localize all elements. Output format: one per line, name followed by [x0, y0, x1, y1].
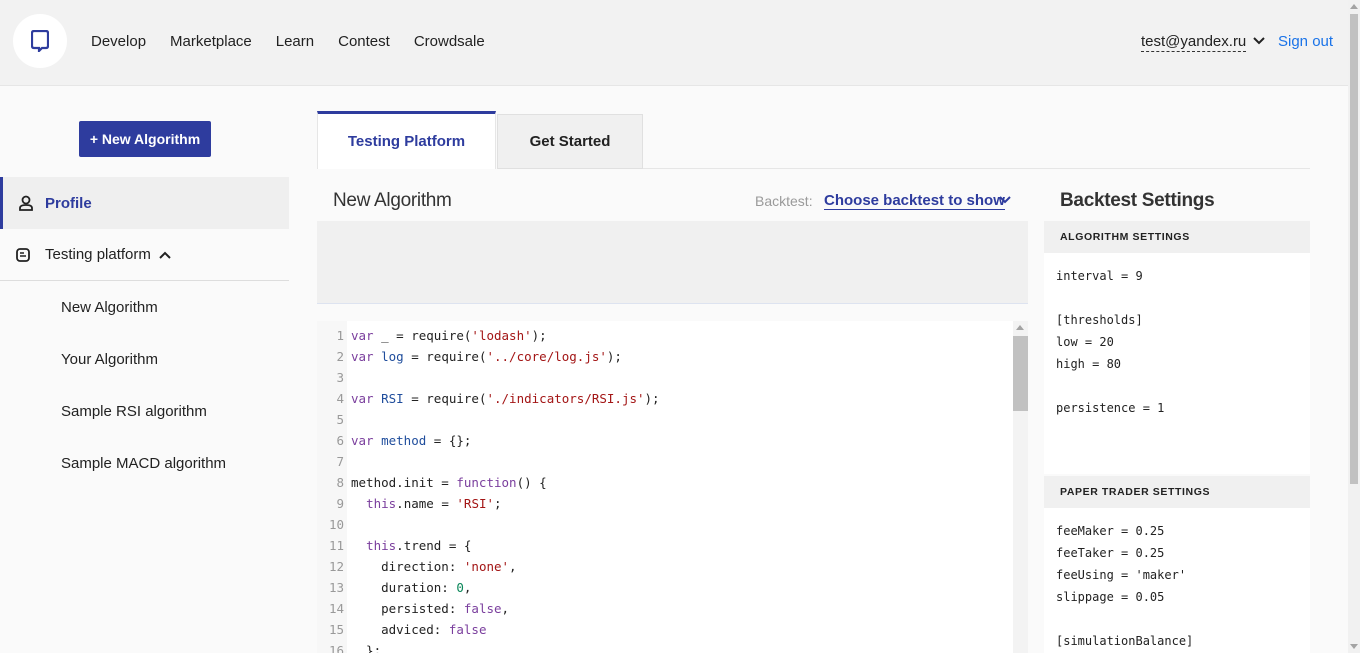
tab-testing-platform[interactable]: Testing Platform [317, 111, 496, 169]
terminal-icon [16, 247, 30, 262]
editor-scrollbar[interactable] [1013, 321, 1028, 653]
setting-line: feeMaker = 0.25 [1056, 524, 1165, 538]
scroll-down-icon[interactable] [1350, 644, 1358, 649]
scroll-thumb[interactable] [1013, 336, 1028, 411]
tabs-divider [643, 168, 1310, 169]
main-nav: Develop Marketplace Learn Contest Crowds… [91, 33, 485, 50]
user-menu[interactable]: test@yandex.ru [1141, 33, 1247, 52]
nav-learn[interactable]: Learn [276, 33, 314, 50]
chevron-up-icon[interactable] [159, 250, 171, 260]
chevron-down-icon[interactable] [999, 195, 1011, 205]
nav-contest[interactable]: Contest [338, 33, 390, 50]
sidebar-subitem-sample-macd[interactable]: Sample MACD algorithm [61, 455, 226, 472]
algorithm-settings-heading: ALGORITHM SETTINGS [1044, 221, 1310, 253]
chevron-down-icon[interactable] [1253, 36, 1265, 46]
paper-trader-settings-panel: PAPER TRADER SETTINGS feeMaker = 0.25 fe… [1044, 476, 1310, 653]
logo[interactable] [13, 14, 67, 68]
sign-out-link[interactable]: Sign out [1278, 33, 1333, 50]
sidebar-subitem-your-algorithm[interactable]: Your Algorithm [61, 351, 158, 368]
scroll-thumb[interactable] [1350, 14, 1358, 484]
page-title: New Algorithm [333, 190, 452, 211]
chart-area [317, 221, 1028, 304]
setting-line: feeUsing = 'maker' [1056, 568, 1187, 582]
setting-line: persistence = 1 [1056, 401, 1165, 415]
nav-crowdsale[interactable]: Crowdsale [414, 33, 485, 50]
scroll-up-icon[interactable] [1350, 4, 1358, 9]
code-editor[interactable]: 1 var _ = require('lodash'); 2 var log = r… [317, 321, 1028, 653]
setting-line: low = 20 [1056, 335, 1114, 349]
user-icon [19, 195, 33, 211]
sidebar-item-testing-platform[interactable]: Testing platform [0, 229, 289, 281]
setting-line: feeTaker = 0.25 [1056, 546, 1165, 560]
algorithm-settings-panel: ALGORITHM SETTINGS interval = 9 [thresho… [1044, 221, 1310, 474]
setting-line: [simulationBalance] [1056, 634, 1194, 648]
setting-line: [thresholds] [1056, 313, 1143, 327]
setting-line: high = 80 [1056, 357, 1122, 371]
backtest-settings-title: Backtest Settings [1060, 190, 1215, 211]
tab-get-started[interactable]: Get Started [497, 114, 643, 169]
sidebar-item-label: Testing platform [45, 246, 151, 263]
paper-trader-settings-heading: PAPER TRADER SETTINGS [1044, 476, 1310, 508]
setting-line: slippage = 0.05 [1056, 590, 1165, 604]
new-algorithm-button[interactable]: + New Algorithm [79, 121, 211, 157]
setting-line: interval = 9 [1056, 269, 1143, 283]
sidebar-subitem-new-algorithm[interactable]: New Algorithm [61, 299, 158, 316]
nav-develop[interactable]: Develop [91, 33, 146, 50]
sidebar-item-profile[interactable]: Profile [0, 177, 289, 229]
scroll-up-icon[interactable] [1016, 325, 1024, 330]
logo-icon [31, 30, 49, 52]
sidebar-item-label: Profile [45, 194, 92, 212]
backtest-label: Backtest: [755, 193, 813, 209]
sidebar-subitem-sample-rsi[interactable]: Sample RSI algorithm [61, 403, 207, 420]
nav-marketplace[interactable]: Marketplace [170, 33, 252, 50]
page-scrollbar[interactable] [1348, 0, 1360, 653]
backtest-select[interactable]: Choose backtest to show [824, 192, 1005, 210]
top-header: Develop Marketplace Learn Contest Crowds… [0, 0, 1348, 86]
